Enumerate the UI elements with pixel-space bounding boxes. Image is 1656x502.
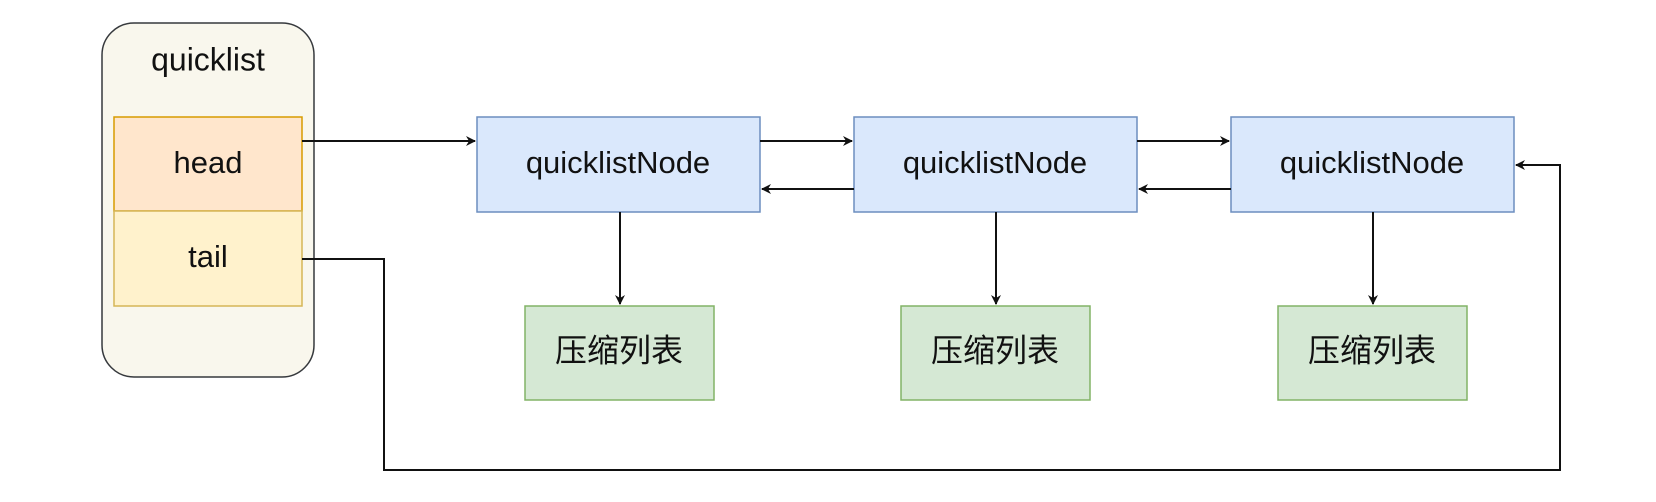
ziplist-3-label: 压缩列表 — [1308, 332, 1436, 368]
ziplist-1-label: 压缩列表 — [555, 332, 683, 368]
quicklist-diagram: quicklist head tail quicklistNode quickl… — [101, 22, 1561, 471]
quicklist-node-3-label: quicklistNode — [1280, 145, 1464, 180]
head-field-label: head — [174, 145, 243, 180]
ziplist-2-label: 压缩列表 — [931, 332, 1059, 368]
quicklist-title: quicklist — [151, 41, 265, 77]
quicklist-node-1-label: quicklistNode — [526, 145, 710, 180]
tail-field-label: tail — [188, 239, 228, 274]
quicklist-node-2-label: quicklistNode — [903, 145, 1087, 180]
